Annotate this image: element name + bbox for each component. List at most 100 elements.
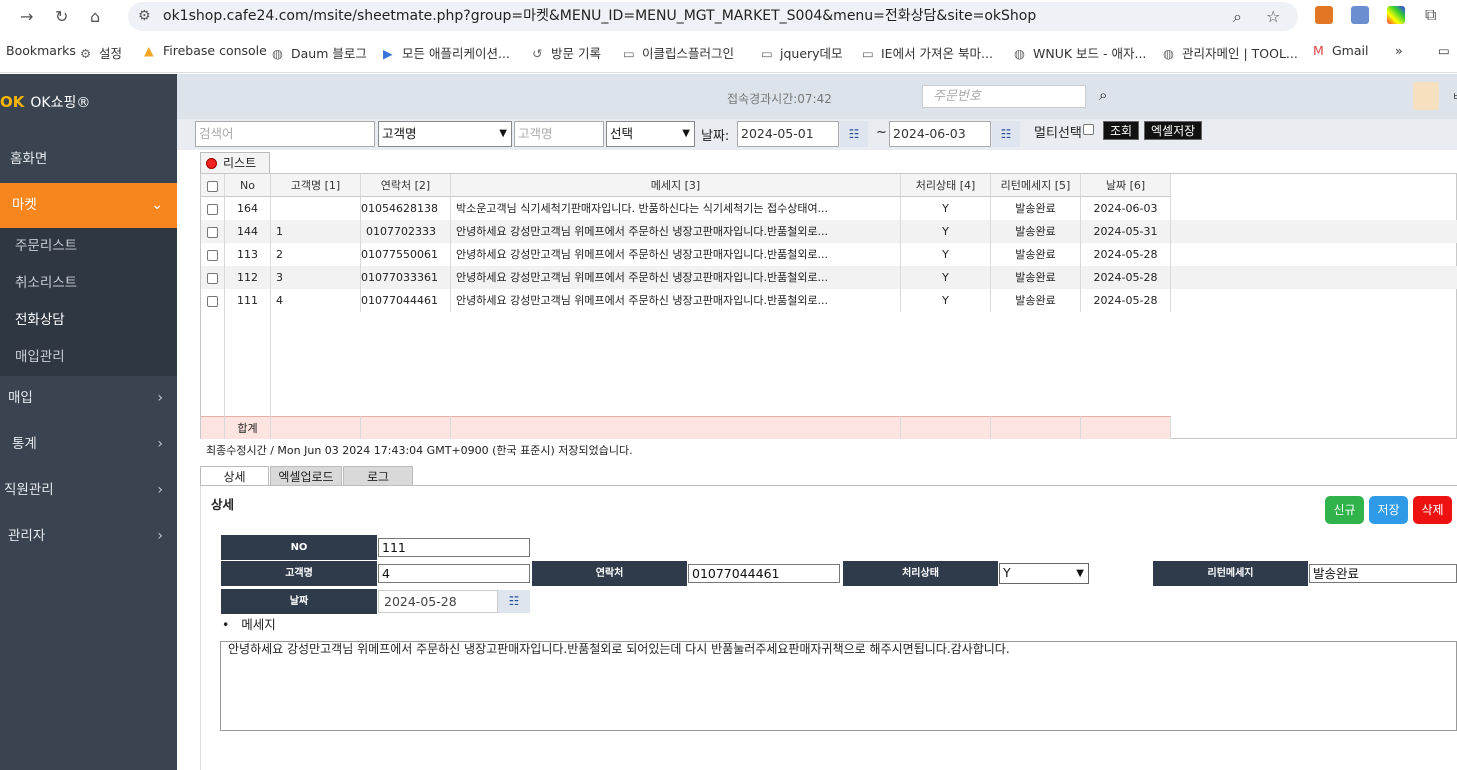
sidebar-sub-cancel-list[interactable]: 취소리스트: [0, 265, 177, 302]
home-icon[interactable]: ⌂: [90, 7, 100, 26]
cell-return-message: 발송완료: [991, 220, 1081, 243]
bookmark-item[interactable]: ▭ jquery데모: [761, 43, 843, 62]
tab-list[interactable]: 리스트: [200, 152, 270, 174]
column-header-date[interactable]: 날짜 [6]: [1081, 174, 1171, 197]
cell-date: 2024-05-28: [1081, 243, 1171, 266]
query-button[interactable]: 조회: [1103, 121, 1140, 140]
customer-name-input[interactable]: 고객명: [514, 121, 604, 147]
bookmark-item[interactable]: ⚙ 설정: [80, 43, 122, 62]
avatar[interactable]: [1413, 82, 1439, 110]
excel-save-button[interactable]: 엑셀저장: [1144, 121, 1203, 140]
tab-list-label: 리스트: [223, 156, 257, 170]
date-field[interactable]: 2024-05-28: [378, 590, 498, 613]
bookmark-item[interactable]: ▭ IE에서 가져온 북마...: [862, 43, 993, 62]
order-number-input[interactable]: 주문번호: [922, 85, 1086, 108]
folder-icon: ▭: [862, 46, 874, 61]
calendar-icon[interactable]: ☷: [498, 590, 530, 613]
extensions-puzzle-icon[interactable]: ⧉: [1425, 5, 1436, 25]
column-header-tel[interactable]: 연락처 [2]: [361, 174, 451, 197]
logo-mark: OK: [0, 93, 25, 111]
colorpicker-icon[interactable]: [1387, 6, 1405, 24]
bookmark-item[interactable]: M Gmail: [1313, 43, 1368, 58]
sidebar-sub-order-list[interactable]: 주문리스트: [0, 228, 177, 265]
extension-icon[interactable]: [1351, 6, 1369, 24]
status-select[interactable]: Y ▼: [999, 563, 1089, 584]
cell-name: 3: [271, 266, 361, 289]
bookmark-label: WNUK 보드 - 애자...: [1033, 46, 1147, 61]
name-field[interactable]: 4: [378, 564, 530, 583]
folder-icon: ▭: [623, 46, 635, 61]
sidebar-item-home[interactable]: 홈화면: [0, 137, 177, 182]
search-icon[interactable]: ⌕: [1099, 86, 1107, 104]
sidebar-item-label: 홈화면: [10, 151, 48, 167]
sum-cell: [201, 416, 225, 439]
tab-excel-upload[interactable]: 엑셀업로드: [270, 466, 342, 486]
column-header-no[interactable]: No: [225, 174, 271, 197]
table-row[interactable]: 113 2 01077550061 안녕하세요 강성만고객님 위메프에서 주문하…: [201, 243, 1457, 266]
table-row[interactable]: 112 3 01077033361 안녕하세요 강성만고객님 위메프에서 주문하…: [201, 266, 1457, 289]
bookmark-item[interactable]: ▲ Firebase console: [144, 43, 267, 58]
bookmark-item[interactable]: ▭ 이클립스플러그인: [623, 43, 734, 62]
sum-row: 합계: [201, 416, 1457, 439]
row-checkbox[interactable]: [201, 220, 225, 243]
delete-button[interactable]: 삭제: [1413, 496, 1452, 524]
sidebar-sub-purchase-mgmt[interactable]: 매입관리: [0, 339, 177, 376]
bookmarks-overflow[interactable]: »: [1395, 43, 1403, 58]
zoom-icon[interactable]: ⌕: [1233, 2, 1242, 31]
bookmark-item[interactable]: ▶ 모든 애플리케이션...: [383, 43, 510, 62]
tab-log[interactable]: 로그: [343, 466, 413, 486]
table-row[interactable]: 164 01054628138 박소운고객님 식기세척기판매자입니다. 반품하신…: [201, 197, 1457, 220]
row-checkbox[interactable]: [201, 289, 225, 312]
sidebar-item-stats[interactable]: 통계 ›: [0, 422, 177, 467]
data-grid: No 고객명 [1] 연락처 [2] 메세지 [3] 처리상태 [4] 리턴메세…: [200, 173, 1457, 439]
address-bar[interactable]: ⚙ ok1shop.cafe24.com/msite/sheetmate.php…: [128, 2, 1298, 31]
reload-icon[interactable]: ↻: [55, 7, 68, 26]
date-from-input[interactable]: 2024-05-01: [737, 121, 839, 147]
bookmark-item[interactable]: Bookmarks: [6, 43, 76, 58]
folder-icon[interactable]: ▭: [1438, 43, 1450, 58]
bookmark-star-icon[interactable]: ☆: [1266, 2, 1280, 31]
metamask-icon[interactable]: [1315, 6, 1333, 24]
message-textarea[interactable]: 안녕하세요 강성만고객님 위메프에서 주문하신 냉장고판매자입니다.반품철외로 …: [220, 641, 1457, 731]
column-header-name[interactable]: 고객명 [1]: [271, 174, 361, 197]
field-select[interactable]: 고객명 ▼: [378, 121, 512, 147]
bookmark-item[interactable]: ◍ 관리자메인 | TOOL...: [1163, 43, 1298, 62]
row-checkbox[interactable]: [201, 197, 225, 220]
select-all-checkbox[interactable]: [201, 174, 225, 197]
logo[interactable]: OK OK쇼핑®: [0, 92, 90, 122]
date-to-input[interactable]: 2024-06-03: [889, 121, 991, 147]
bookmark-item[interactable]: ◍ WNUK 보드 - 애자...: [1014, 43, 1146, 62]
table-row[interactable]: 111 4 01077044461 안녕하세요 강성만고객님 위메프에서 주문하…: [201, 289, 1457, 312]
browser-toolbar: → ↻ ⌂ ⚙ ok1shop.cafe24.com/msite/sheetma…: [0, 0, 1457, 33]
calendar-icon[interactable]: ☷: [840, 121, 868, 147]
sidebar-sub-phone-consult[interactable]: 전화상담: [0, 302, 177, 339]
table-row[interactable]: 144 1 0107702333 안녕하세요 강성만고객님 위메프에서 주문하신…: [201, 220, 1457, 243]
sidebar-item-market[interactable]: 마켓 ⌄: [0, 183, 177, 228]
new-button[interactable]: 신규: [1325, 496, 1364, 524]
forward-icon[interactable]: →: [20, 7, 33, 26]
column-header-return-message[interactable]: 리턴메세지 [5]: [991, 174, 1081, 197]
return-message-field[interactable]: 발송완료: [1309, 564, 1457, 583]
calendar-icon[interactable]: ☷: [992, 121, 1020, 147]
tab-detail[interactable]: 상세: [200, 466, 269, 486]
sidebar-item-admin[interactable]: 관리자 ›: [0, 514, 177, 559]
cell-no: 113: [225, 243, 271, 266]
tel-field[interactable]: 01077044461: [688, 564, 840, 583]
sidebar: OK OK쇼핑® 홈화면 마켓 ⌄ 주문리스트 취소리스트 전화상담 매입관리 매입…: [0, 74, 177, 770]
row-checkbox[interactable]: [201, 243, 225, 266]
no-field[interactable]: 111: [378, 538, 530, 557]
bookmark-item[interactable]: ↺ 방문 기록: [532, 43, 601, 62]
bookmark-item[interactable]: ◍ Daum 블로그: [272, 43, 367, 62]
keyword-input[interactable]: 검색어: [195, 121, 375, 147]
row-checkbox[interactable]: [201, 266, 225, 289]
save-button[interactable]: 저장: [1369, 496, 1408, 524]
column-header-message[interactable]: 메세지 [3]: [451, 174, 901, 197]
option-select[interactable]: 선택 ▼: [606, 121, 695, 147]
chevron-right-icon: ›: [157, 436, 163, 452]
sidebar-item-staff[interactable]: 직원관리 ›: [0, 468, 177, 513]
sidebar-item-purchase[interactable]: 매입 ›: [0, 376, 177, 421]
cell-message: 안녕하세요 강성만고객님 위메프에서 주문하신 냉장고판매자입니다.반품철외로.…: [451, 220, 901, 243]
site-info-icon[interactable]: ⚙: [138, 2, 151, 31]
multi-select-checkbox[interactable]: [1083, 124, 1094, 135]
column-header-status[interactable]: 처리상태 [4]: [901, 174, 991, 197]
